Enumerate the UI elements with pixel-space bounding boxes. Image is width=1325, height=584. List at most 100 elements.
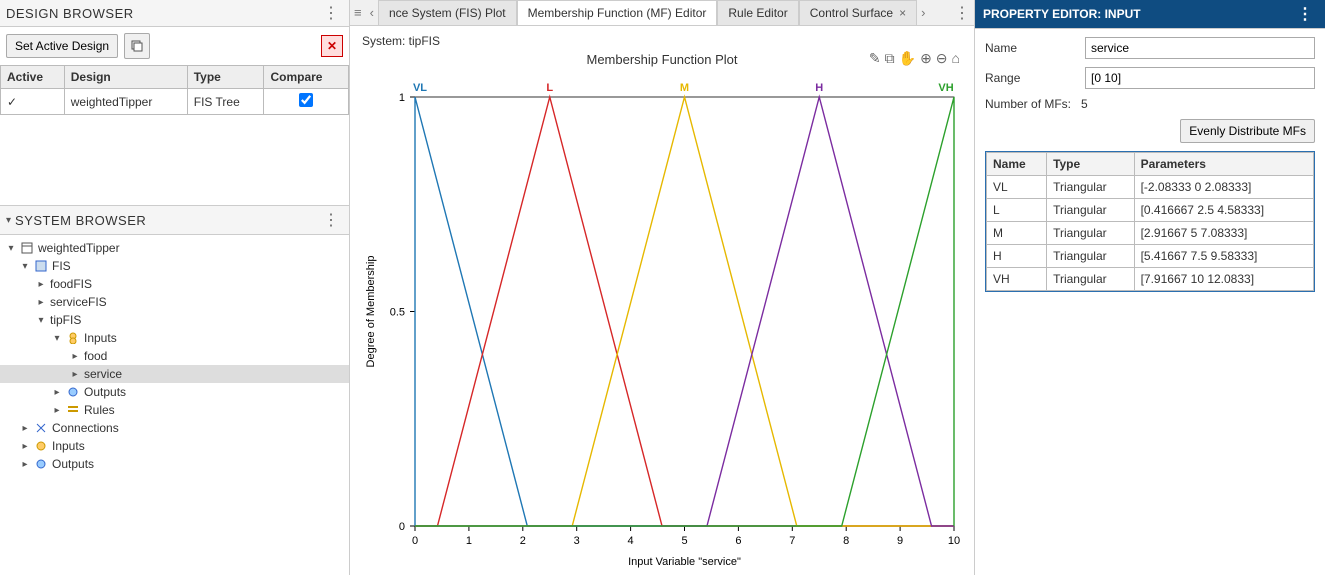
svg-text:Input Variable "service": Input Variable "service"	[628, 556, 741, 568]
tab-rule-editor[interactable]: Rule Editor	[717, 0, 798, 25]
export-icon[interactable]: ⧉	[885, 50, 895, 67]
table-row[interactable]: MTriangular[2.91667 5 7.08333]	[987, 222, 1314, 245]
col-mf-type: Type	[1047, 153, 1135, 176]
svg-text:5: 5	[681, 535, 687, 547]
svg-text:Degree of Membership: Degree of Membership	[365, 256, 377, 368]
expand-icon: ▸	[52, 405, 62, 416]
name-label: Name	[985, 41, 1075, 55]
tree-service[interactable]: ▸ service	[0, 365, 349, 383]
system-tree: ▾ weightedTipper ▾ FIS ▸ foodFIS ▸ servi…	[0, 235, 349, 575]
tree-fis[interactable]: ▾ FIS	[0, 257, 349, 275]
system-browser-header[interactable]: ▾ SYSTEM BROWSER ⋮	[0, 205, 349, 235]
col-compare: Compare	[264, 66, 349, 89]
num-mf-label: Number of MFs:	[985, 97, 1071, 111]
tree-outputs2[interactable]: ▸ Outputs	[0, 455, 349, 473]
close-tab-icon[interactable]: ×	[899, 6, 906, 20]
tabs-menu-icon[interactable]: ⋮	[950, 3, 974, 23]
fis-icon	[34, 259, 48, 273]
tree-label: Connections	[52, 421, 119, 435]
tab-prev-icon[interactable]: ‹	[366, 5, 378, 20]
tree-label: FIS	[52, 259, 71, 273]
brush-icon[interactable]: ✎	[869, 50, 881, 67]
zoom-in-icon[interactable]: ⊕	[920, 50, 932, 67]
svg-text:9: 9	[897, 535, 903, 547]
design-browser-title: DESIGN BROWSER	[6, 6, 134, 21]
table-row[interactable]: LTriangular[0.416667 2.5 4.58333]	[987, 199, 1314, 222]
property-editor-menu-icon[interactable]: ⋮	[1293, 4, 1317, 24]
svg-text:VH: VH	[938, 82, 953, 94]
tab-control-surface[interactable]: Control Surface×	[799, 0, 917, 25]
property-editor-body: Name Range Number of MFs: 5 Evenly Distr…	[975, 29, 1325, 300]
copy-icon[interactable]	[124, 33, 150, 59]
table-row[interactable]: HTriangular[5.41667 7.5 9.58333]	[987, 245, 1314, 268]
tree-rules[interactable]: ▸ Rules	[0, 401, 349, 419]
plot-area: System: tipFIS Membership Function Plot …	[350, 26, 974, 584]
expand-icon: ▸	[70, 369, 80, 380]
svg-text:H: H	[815, 82, 823, 94]
design-table: Active Design Type Compare ✓ weightedTip…	[0, 65, 349, 115]
tree-outputs[interactable]: ▸ Outputs	[0, 383, 349, 401]
tab-list-icon[interactable]: ≡	[350, 5, 366, 20]
tree-label: weightedTipper	[38, 241, 120, 255]
mf-plot[interactable]: 01234567891000.51Input Variable "service…	[360, 67, 964, 571]
tree-inputs2[interactable]: ▸ Inputs	[0, 437, 349, 455]
inputs-icon	[66, 331, 80, 345]
outputs-icon	[66, 385, 80, 399]
tree-label: Inputs	[52, 439, 85, 453]
compare-checkbox[interactable]	[299, 93, 313, 107]
expand-icon: ▸	[36, 279, 46, 290]
svg-text:VL: VL	[413, 82, 427, 94]
design-browser-header: DESIGN BROWSER ⋮	[0, 0, 349, 27]
svg-text:M: M	[680, 82, 689, 94]
expand-icon: ▸	[20, 441, 30, 452]
delete-design-icon[interactable]: ✕	[321, 35, 343, 57]
tab-next-icon[interactable]: ›	[917, 5, 929, 20]
chevron-down-icon: ▾	[6, 215, 11, 226]
col-mf-params: Parameters	[1134, 153, 1313, 176]
name-field[interactable]	[1085, 37, 1315, 59]
tree-label: foodFIS	[50, 277, 92, 291]
property-editor-title: PROPERTY EDITOR: INPUT	[983, 7, 1141, 21]
tree-label: food	[84, 349, 107, 363]
expand-icon: ▸	[70, 351, 80, 362]
table-row[interactable]: ✓ weightedTipper FIS Tree	[1, 89, 349, 115]
svg-text:4: 4	[628, 535, 634, 547]
tree-label: tipFIS	[50, 313, 81, 327]
evenly-distribute-button[interactable]: Evenly Distribute MFs	[1180, 119, 1315, 143]
tree-connections[interactable]: ▸ Connections	[0, 419, 349, 437]
system-browser-title: SYSTEM BROWSER	[15, 213, 146, 228]
tree-foodfis[interactable]: ▸ foodFIS	[0, 275, 349, 293]
tree-label: serviceFIS	[50, 295, 107, 309]
design-browser-menu-icon[interactable]: ⋮	[319, 3, 343, 23]
tree-label: Outputs	[52, 457, 94, 471]
tree-tipfis[interactable]: ▾ tipFIS	[0, 311, 349, 329]
expand-icon: ▾	[36, 315, 46, 326]
tab-mf-editor[interactable]: Membership Function (MF) Editor	[517, 0, 718, 25]
cell-design: weightedTipper	[64, 89, 187, 115]
cell-type: FIS Tree	[187, 89, 264, 115]
home-icon[interactable]: ⌂	[952, 50, 960, 67]
svg-text:2: 2	[520, 535, 526, 547]
svg-text:L: L	[546, 82, 553, 94]
design-browser-toolbar: Set Active Design ✕	[0, 27, 349, 65]
tree-label: Outputs	[84, 385, 126, 399]
tree-servicefis[interactable]: ▸ serviceFIS	[0, 293, 349, 311]
set-active-design-button[interactable]: Set Active Design	[6, 34, 118, 58]
range-field[interactable]	[1085, 67, 1315, 89]
tree-root[interactable]: ▾ weightedTipper	[0, 239, 349, 257]
zoom-out-icon[interactable]: ⊖	[936, 50, 948, 67]
system-browser-menu-icon[interactable]: ⋮	[319, 210, 343, 230]
table-row[interactable]: VLTriangular[-2.08333 0 2.08333]	[987, 176, 1314, 199]
tree-food[interactable]: ▸ food	[0, 347, 349, 365]
expand-icon: ▾	[52, 333, 62, 344]
table-row[interactable]: VHTriangular[7.91667 10 12.0833]	[987, 268, 1314, 291]
expand-icon: ▸	[52, 387, 62, 398]
mf-table: Name Type Parameters VLTriangular[-2.083…	[985, 151, 1315, 292]
inputs-icon	[34, 439, 48, 453]
tab-fis-plot[interactable]: nce System (FIS) Plot	[378, 0, 517, 25]
expand-icon: ▸	[20, 423, 30, 434]
col-active: Active	[1, 66, 65, 89]
rules-icon	[66, 403, 80, 417]
tree-inputs[interactable]: ▾ Inputs	[0, 329, 349, 347]
pan-icon[interactable]: ✋	[899, 50, 916, 67]
